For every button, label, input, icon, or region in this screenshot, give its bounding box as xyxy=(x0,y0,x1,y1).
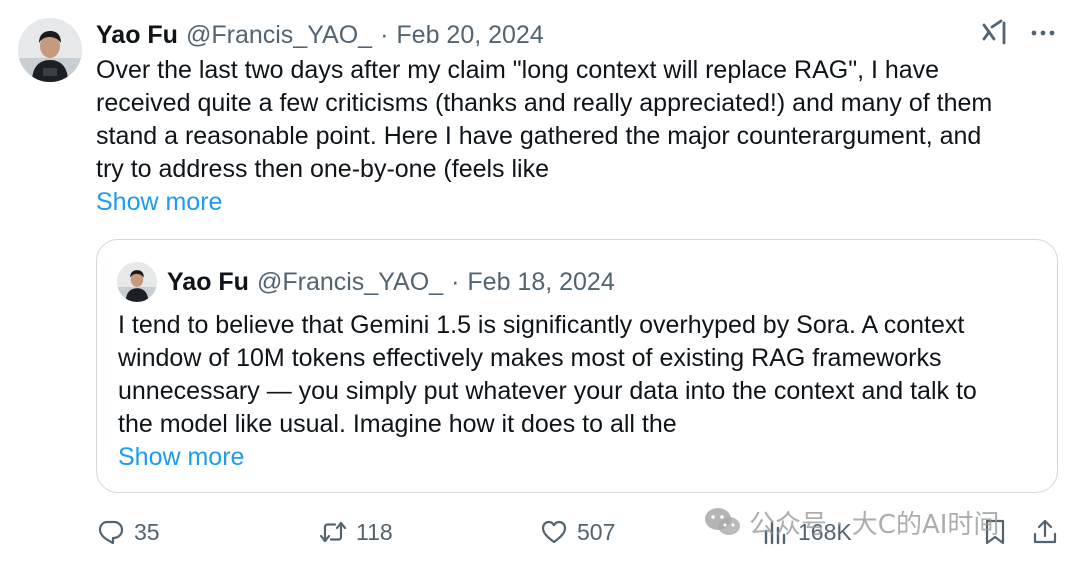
views-count: 168K xyxy=(798,518,852,545)
quoted-author-name: Yao Fu xyxy=(167,267,249,296)
tweet-text: Over the last two days after my claim "l… xyxy=(96,56,993,183)
author-name[interactable]: Yao Fu xyxy=(96,21,178,50)
show-more-link[interactable]: Show more xyxy=(96,186,222,219)
author-handle[interactable]: @Francis_YAO_ xyxy=(186,21,372,50)
reply-count: 35 xyxy=(134,518,160,545)
views-icon xyxy=(764,521,786,545)
avatar-photo xyxy=(18,18,82,82)
reply-icon xyxy=(98,520,124,545)
like-count: 507 xyxy=(577,518,616,545)
tweet-header: Yao Fu @Francis_YAO_ · Feb 20, 2024 xyxy=(96,18,544,52)
share-button[interactable] xyxy=(1030,512,1060,552)
like-icon xyxy=(541,520,567,544)
quoted-author-handle: @Francis_YAO_ xyxy=(256,267,444,296)
reply-button[interactable]: 35 xyxy=(96,512,160,552)
bookmark-button[interactable] xyxy=(980,512,1010,552)
tweet-date[interactable]: Feb 20, 2024 xyxy=(396,21,543,50)
more-options-icon[interactable] xyxy=(1028,18,1058,48)
quoted-tweet-date: Feb 18, 2024 xyxy=(467,267,615,296)
share-icon xyxy=(1033,519,1057,544)
like-button[interactable]: 507 xyxy=(539,512,615,552)
quoted-tweet-header: Yao Fu @Francis_YAO_ · Feb 18, 2024 xyxy=(167,264,615,300)
repost-icon xyxy=(319,521,347,543)
quoted-tweet-card[interactable]: Yao Fu @Francis_YAO_ · Feb 18, 2024 I te… xyxy=(96,239,1058,493)
top-actions xyxy=(980,18,1058,48)
quoted-tweet-text: I tend to believe that Gemini 1.5 is sig… xyxy=(118,311,977,438)
avatar-photo xyxy=(117,262,157,302)
bookmark-icon xyxy=(985,519,1005,545)
separator-dot: · xyxy=(380,20,389,49)
quoted-author-avatar xyxy=(117,262,157,302)
views-button[interactable]: 168K xyxy=(760,512,852,552)
repost-button[interactable]: 118 xyxy=(318,512,393,552)
tweet-action-bar: 35 118 507 168K xyxy=(96,512,1058,552)
author-avatar[interactable] xyxy=(18,18,82,82)
separator-dot: · xyxy=(451,267,460,296)
grok-icon[interactable] xyxy=(980,18,1010,48)
quoted-show-more-link[interactable]: Show more xyxy=(118,441,244,474)
repost-count: 118 xyxy=(356,518,393,545)
